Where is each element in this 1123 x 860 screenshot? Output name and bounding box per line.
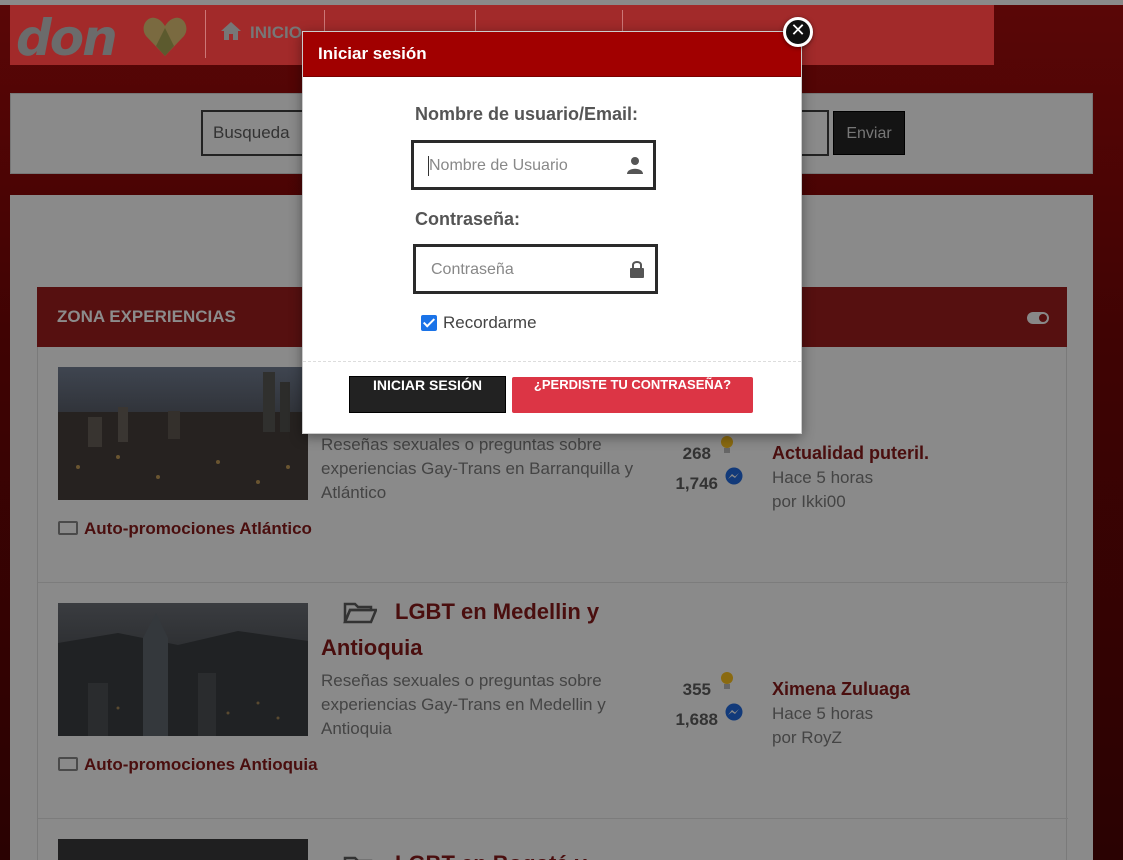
last-post-time: Hace 5 horas [772, 468, 874, 487]
search-submit-button[interactable]: Enviar [833, 111, 905, 155]
forum-image-medellin[interactable] [58, 603, 308, 736]
remember-checkbox[interactable] [421, 315, 437, 331]
forgot-password-button[interactable]: ¿PERDISTE TU CONTRASEÑA? [512, 377, 753, 413]
forum-posts-count: 1,746 [675, 474, 718, 493]
subforum-label[interactable]: Auto-promociones Atlántico [84, 519, 312, 538]
lock-icon [630, 261, 644, 278]
password-placeholder: Contraseña [431, 261, 514, 278]
messenger-icon [725, 703, 743, 721]
forum-row: LGBT en Medellin y Antioquia Reseñas sex… [38, 583, 1068, 819]
lightbulb-icon [721, 672, 733, 689]
username-field[interactable]: Nombre de Usuario [411, 140, 656, 190]
folder-icon [58, 757, 78, 771]
forum-title-continued[interactable]: Antioquia [321, 635, 611, 661]
forum-title[interactable]: LGBT en Bogotá y [395, 851, 685, 860]
password-label: Contraseña: [415, 209, 521, 229]
modal-divider [303, 361, 801, 362]
close-icon: ✕ [790, 20, 806, 41]
username-label: Nombre de usuario/Email: [415, 104, 639, 124]
username-placeholder: Nombre de Usuario [429, 157, 568, 174]
folder-open-icon [343, 856, 373, 860]
forum-image-barranquilla[interactable] [58, 367, 308, 500]
login-modal: Iniciar sesión Nombre de usuario/Email: … [302, 31, 802, 434]
modal-close-button[interactable]: ✕ [783, 17, 813, 47]
nav-item-inicio[interactable]: INICIO [250, 23, 302, 43]
folder-icon [58, 521, 78, 535]
lightbulb-icon [721, 436, 733, 453]
nav-separator [205, 10, 206, 58]
zone-title: ZONA EXPERIENCIAS [57, 307, 236, 326]
forum-posts-count: 1,688 [675, 710, 718, 729]
last-post-title[interactable]: Actualidad puteril. [772, 443, 929, 464]
subforum-label[interactable]: Auto-promociones Antioquia [84, 755, 318, 774]
forum-title[interactable]: LGBT en Medellin y [395, 599, 685, 625]
folder-open-icon [343, 602, 377, 624]
forum-row: LGBT en Bogotá y [38, 819, 1068, 860]
collapse-toggle-icon[interactable] [1027, 312, 1049, 324]
modal-header: Iniciar sesión [303, 32, 801, 77]
last-post-author[interactable]: por RoyZ [772, 728, 842, 748]
remember-label[interactable]: Recordarme [443, 313, 583, 333]
home-icon [221, 22, 241, 40]
forum-description: Reseñas sexuales o preguntas sobre exper… [321, 435, 634, 502]
rainbow-heart-icon [143, 17, 187, 56]
login-button[interactable]: INICIAR SESIÓN [349, 376, 506, 413]
subforum-link[interactable]: Auto-promociones Atlántico [58, 517, 318, 540]
last-post-title[interactable]: Ximena Zuluaga [772, 679, 910, 700]
subforum-link[interactable]: Auto-promociones Antioquia [58, 753, 318, 776]
forum-image-bogota[interactable] [58, 839, 308, 860]
forum-topics-count: 268 [682, 444, 711, 463]
last-post-time: Hace 5 horas [772, 704, 874, 723]
forum-description: Reseñas sexuales o preguntas sobre exper… [321, 671, 606, 738]
last-post-author[interactable]: por Ikki00 [772, 492, 846, 512]
messenger-icon [725, 467, 743, 485]
forum-topics-count: 355 [682, 680, 711, 699]
user-icon [627, 157, 643, 174]
modal-title: Iniciar sesión [318, 44, 427, 63]
site-logo[interactable]: don [16, 9, 118, 67]
password-field[interactable]: Contraseña [413, 244, 658, 294]
